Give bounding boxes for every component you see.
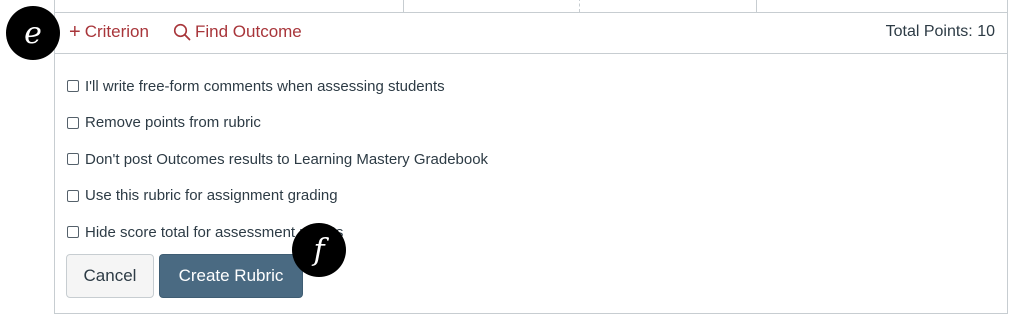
column-divider: [579, 0, 581, 12]
find-outcome-label: Find Outcome: [195, 22, 302, 41]
option-use-for-grading[interactable]: Use this rubric for assignment grading: [67, 178, 488, 215]
hide-score-total-checkbox[interactable]: [67, 226, 79, 239]
total-points: Total Points: 10: [885, 23, 995, 40]
free-form-comments-checkbox[interactable]: [67, 80, 79, 93]
option-label: Use this rubric for assignment grading: [85, 187, 338, 205]
option-free-form-comments[interactable]: I'll write free-form comments when asses…: [67, 68, 488, 105]
option-hide-score-total[interactable]: Hide score total for assessment results: [67, 214, 488, 251]
option-label: Remove points from rubric: [85, 114, 261, 132]
option-dont-post-outcomes[interactable]: Don't post Outcomes results to Learning …: [67, 141, 488, 178]
add-criterion-button[interactable]: + Criterion: [69, 22, 149, 42]
search-icon: [173, 23, 191, 41]
option-remove-points[interactable]: Remove points from rubric: [67, 105, 488, 142]
add-criterion-label: Criterion: [84, 22, 149, 41]
option-label: I'll write free-form comments when asses…: [85, 77, 445, 95]
column-divider: [403, 0, 404, 12]
remove-points-checkbox[interactable]: [67, 116, 79, 129]
plus-icon: +: [69, 21, 81, 43]
rubric-toolbar: + Criterion Find Outcome Total Points: 1…: [55, 12, 1007, 54]
find-outcome-button[interactable]: Find Outcome: [173, 22, 302, 42]
column-divider: [756, 0, 757, 12]
callout-marker-e: e: [6, 6, 60, 60]
callout-marker-f: f: [292, 223, 346, 277]
cancel-button[interactable]: Cancel: [66, 254, 154, 298]
dont-post-outcomes-checkbox[interactable]: [67, 153, 79, 166]
rubric-options: I'll write free-form comments when asses…: [67, 68, 488, 251]
create-rubric-button[interactable]: Create Rubric: [159, 254, 303, 298]
option-label: Don't post Outcomes results to Learning …: [85, 150, 489, 168]
use-for-grading-checkbox[interactable]: [67, 189, 79, 202]
